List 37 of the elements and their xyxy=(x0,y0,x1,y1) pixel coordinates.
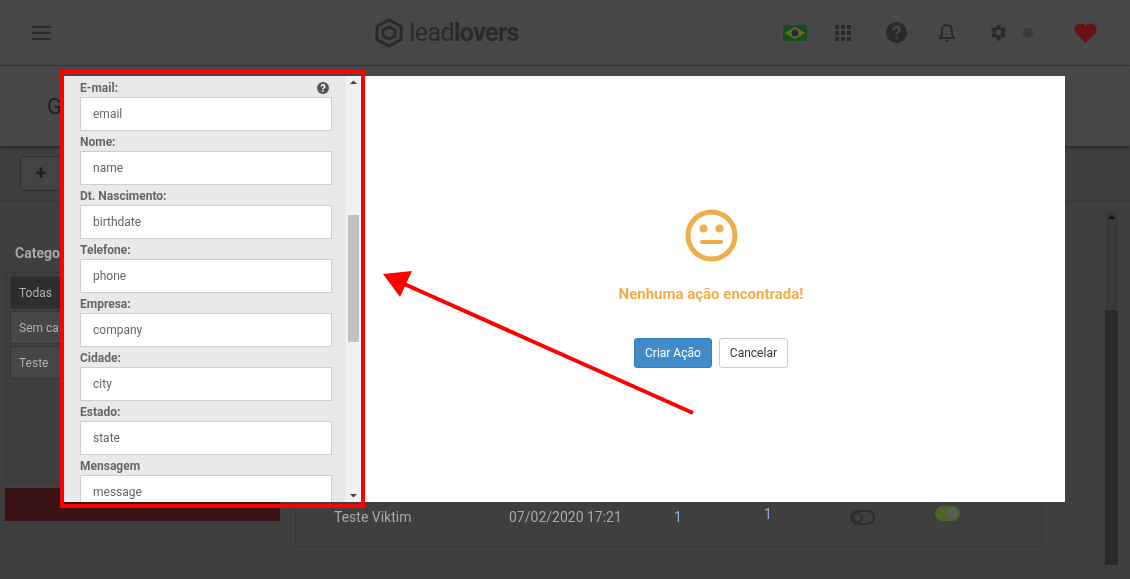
create-action-button[interactable]: Criar Ação xyxy=(634,337,712,368)
field-label: Telefone: xyxy=(80,242,131,259)
heart-icon[interactable] xyxy=(1073,21,1098,44)
flag-icon[interactable] xyxy=(783,24,807,41)
table-cell-text: 1 xyxy=(764,505,773,524)
text-field[interactable]: name xyxy=(80,151,332,185)
toggle-switch[interactable] xyxy=(935,506,960,521)
scrollbar-thumb[interactable] xyxy=(347,215,359,342)
table-cell-text: Teste Viktim xyxy=(334,508,413,527)
form-scrollbar[interactable] xyxy=(346,76,360,502)
field-label: Mensagem xyxy=(80,458,141,475)
field-label: Empresa: xyxy=(80,296,131,313)
text-field[interactable]: state xyxy=(80,421,332,455)
neutral-face-icon xyxy=(684,209,738,262)
table-cell-text: 1 xyxy=(674,508,683,527)
text-field[interactable]: message xyxy=(80,475,332,502)
field-label: Cidade: xyxy=(80,350,121,367)
settings-icon[interactable] xyxy=(988,22,1009,43)
text-field[interactable]: email xyxy=(80,97,332,131)
categories-heading: Catego xyxy=(15,244,60,263)
cancel-button[interactable]: Cancelar xyxy=(718,337,788,368)
text-field[interactable]: birthdate xyxy=(80,205,332,239)
field-label: E-mail: xyxy=(80,80,119,97)
help-icon[interactable] xyxy=(317,82,329,94)
grid-icon[interactable] xyxy=(835,24,851,41)
text-field[interactable]: company xyxy=(80,313,332,347)
field-label: Estado: xyxy=(80,404,121,421)
text-field[interactable]: city xyxy=(80,367,332,401)
empty-state-message: Nenhuma ação encontrada! xyxy=(618,284,804,305)
menu-icon[interactable] xyxy=(32,25,51,40)
hexagon-logo-icon xyxy=(375,17,404,48)
text-field[interactable]: phone xyxy=(80,259,332,293)
field-label: Nome: xyxy=(80,134,116,151)
field-label: Dt. Nascimento: xyxy=(80,188,167,205)
bell-icon[interactable] xyxy=(938,22,956,43)
table-cell-text: 07/02/2020 17:21 xyxy=(509,508,623,527)
scrollbar[interactable] xyxy=(1105,211,1118,565)
